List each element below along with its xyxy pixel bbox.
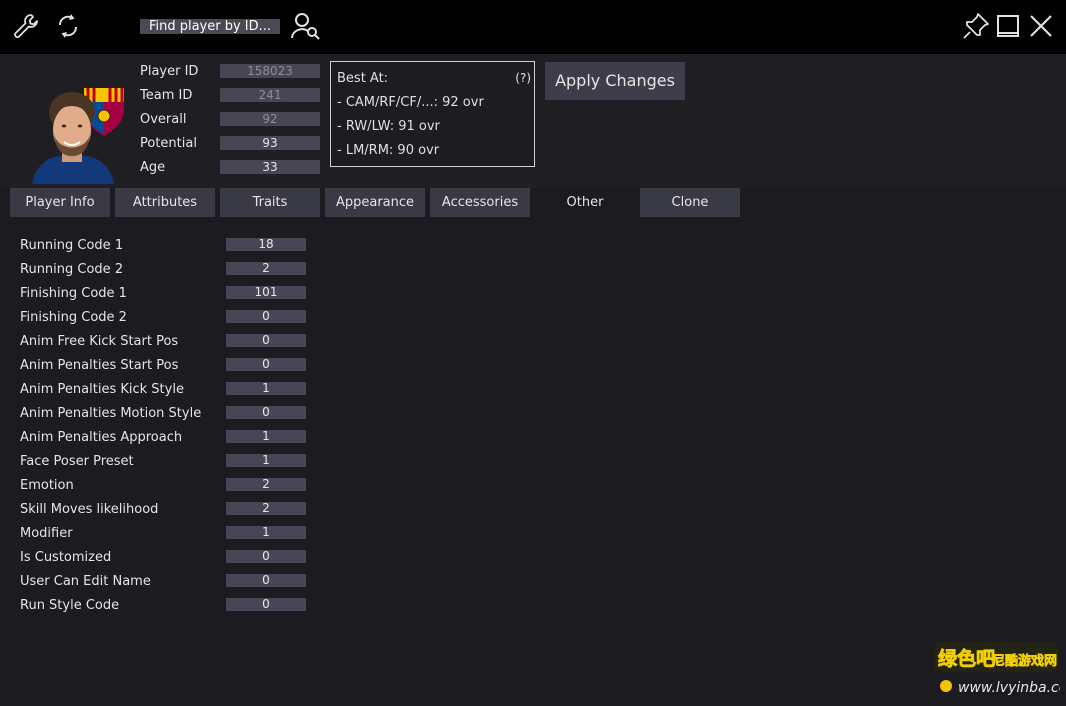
anim-penalties-start-pos-label: Anim Penalties Start Pos — [20, 358, 179, 373]
team-id-label: Team ID — [140, 88, 193, 103]
user-can-edit-name-field[interactable]: 0 — [226, 574, 306, 587]
best-at-line: - LM/RM: 90 ovr — [337, 143, 440, 158]
close-icon[interactable] — [1029, 14, 1053, 38]
wrench-icon[interactable] — [12, 12, 40, 40]
finishing-code-1-field[interactable]: 101 — [226, 286, 306, 299]
anim-free-kick-start-pos-field[interactable]: 0 — [226, 334, 306, 347]
tab-clone[interactable]: Clone — [640, 188, 740, 217]
best-at-help[interactable]: (?) — [515, 71, 531, 85]
overall-label: Overall — [140, 112, 187, 127]
top-toolbar: Find player by ID... — [0, 0, 1066, 54]
tab-attributes[interactable]: Attributes — [115, 188, 215, 217]
tab-player-info[interactable]: Player Info — [10, 188, 110, 217]
tab-accessories[interactable]: Accessories — [430, 188, 530, 217]
skill-moves-likelihood-label: Skill Moves likelihood — [20, 502, 159, 517]
best-at-title: Best At: — [337, 71, 389, 86]
watermark-logo: 绿色吧 尼酷游戏网 www.lvyinba.com — [932, 638, 1066, 700]
overall-field[interactable]: 92 — [220, 112, 320, 126]
anim-penalties-kick-style-label: Anim Penalties Kick Style — [20, 382, 184, 397]
anim-penalties-motion-style-field[interactable]: 0 — [226, 406, 306, 419]
pin-icon[interactable] — [962, 12, 990, 40]
player-id-label: Player ID — [140, 64, 199, 79]
player-avatar — [32, 84, 130, 184]
find-player-button[interactable]: Find player by ID... — [140, 19, 280, 34]
team-id-field[interactable]: 241 — [220, 88, 320, 102]
potential-field[interactable]: 93 — [220, 136, 320, 150]
face-poser-preset-label: Face Poser Preset — [20, 454, 134, 469]
anim-penalties-start-pos-field[interactable]: 0 — [226, 358, 306, 371]
tab-traits[interactable]: Traits — [220, 188, 320, 217]
running-code-1-field[interactable]: 18 — [226, 238, 306, 251]
watermark-url: www.lvyinba.com — [958, 680, 1060, 696]
emotion-label: Emotion — [20, 478, 74, 493]
modifier-label: Modifier — [20, 526, 73, 541]
finishing-code-1-label: Finishing Code 1 — [20, 286, 127, 301]
best-at-panel: Best At: (?) - CAM/RF/CF/...: 92 ovr - R… — [330, 61, 535, 167]
refresh-icon[interactable] — [54, 11, 82, 41]
maximize-icon[interactable] — [996, 14, 1020, 38]
apply-changes-button[interactable]: Apply Changes — [545, 62, 685, 100]
anim-penalties-approach-label: Anim Penalties Approach — [20, 430, 183, 445]
anim-penalties-motion-style-label: Anim Penalties Motion Style — [20, 406, 202, 421]
watermark-line1: 绿色吧 — [938, 647, 995, 670]
anim-free-kick-start-pos-label: Anim Free Kick Start Pos — [20, 334, 179, 349]
user-can-edit-name-label: User Can Edit Name — [20, 574, 151, 589]
tab-appearance[interactable]: Appearance — [325, 188, 425, 217]
skill-moves-likelihood-field[interactable]: 2 — [226, 502, 306, 515]
user-search-icon[interactable] — [290, 11, 322, 41]
finishing-code-2-field[interactable]: 0 — [226, 310, 306, 323]
running-code-2-label: Running Code 2 — [20, 262, 124, 277]
watermark-line2: 尼酷游戏网 — [992, 653, 1057, 669]
anim-penalties-kick-style-field[interactable]: 1 — [226, 382, 306, 395]
tab-other[interactable]: Other — [535, 188, 635, 217]
potential-label: Potential — [140, 136, 197, 151]
modifier-field[interactable]: 1 — [226, 526, 306, 539]
finishing-code-2-label: Finishing Code 2 — [20, 310, 127, 325]
is-customized-label: Is Customized — [20, 550, 112, 565]
is-customized-field[interactable]: 0 — [226, 550, 306, 563]
face-poser-preset-field[interactable]: 1 — [226, 454, 306, 467]
run-style-code-label: Run Style Code — [20, 598, 120, 613]
run-style-code-field[interactable]: 0 — [226, 598, 306, 611]
anim-penalties-approach-field[interactable]: 1 — [226, 430, 306, 443]
best-at-line: - CAM/RF/CF/...: 92 ovr — [337, 95, 484, 110]
best-at-line: - RW/LW: 91 ovr — [337, 119, 440, 134]
age-label: Age — [140, 160, 166, 175]
age-field[interactable]: 33 — [220, 160, 320, 174]
emotion-field[interactable]: 2 — [226, 478, 306, 491]
player-id-field[interactable]: 158023 — [220, 64, 320, 78]
running-code-1-label: Running Code 1 — [20, 238, 124, 253]
running-code-2-field[interactable]: 2 — [226, 262, 306, 275]
